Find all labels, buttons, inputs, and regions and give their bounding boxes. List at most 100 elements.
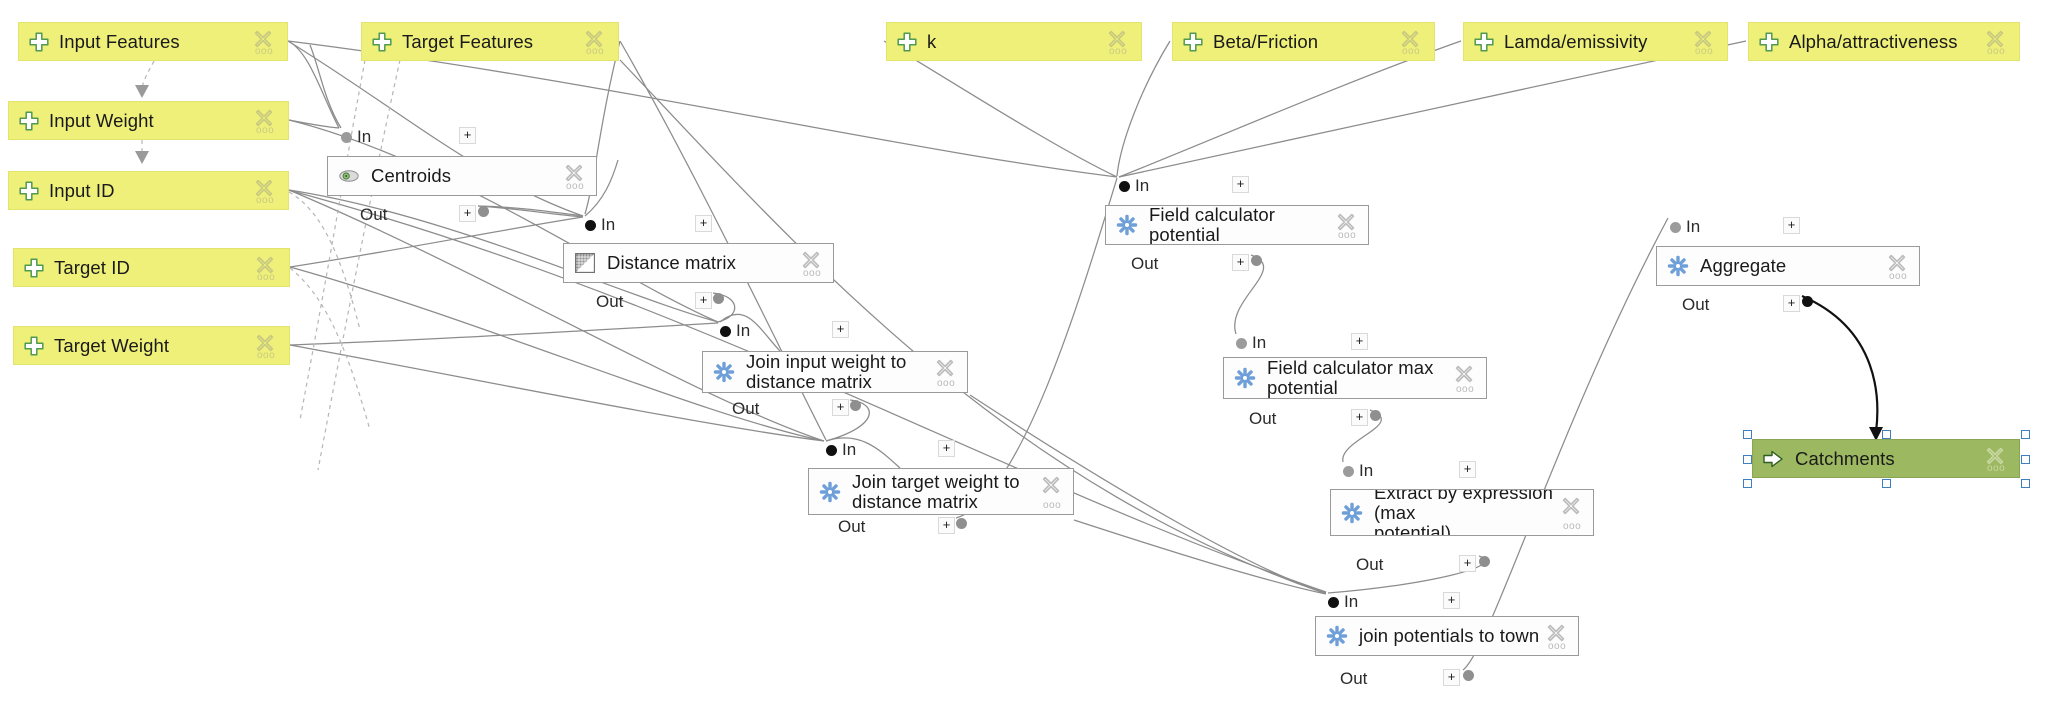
node-alpha-attractiveness[interactable]: Alpha/attractiveness ooo [1748,22,2020,61]
node-tools[interactable]: ooo [933,352,959,392]
node-menu-dots-icon[interactable]: ooo [257,351,275,361]
connector-knob-centroids-out[interactable] [478,206,489,217]
port-field-calc-max-out[interactable]: Out [1249,410,1276,427]
node-menu-dots-icon[interactable]: ooo [257,273,275,283]
port-dot-icon[interactable] [720,326,731,337]
node-extract-by-expression[interactable]: Extract by expression (max potential) ooo [1330,489,1594,536]
port-join-input-weight-out[interactable]: Out [732,400,759,417]
resize-handle[interactable] [1882,430,1891,439]
node-menu-dots-icon[interactable]: ooo [1695,47,1713,57]
node-tools[interactable]: ooo [253,327,279,364]
add-field-calc-max-in-button[interactable]: + [1351,333,1368,350]
node-aggregate[interactable]: Aggregate ooo [1656,246,1920,286]
node-menu-dots-icon[interactable]: ooo [1889,272,1907,282]
node-join-potentials-town[interactable]: join potentials to town ooo [1315,616,1579,656]
node-tools[interactable]: ooo [1544,617,1570,655]
node-tools[interactable]: ooo [1885,247,1911,285]
close-icon[interactable] [801,250,821,270]
node-tools[interactable]: ooo [1559,490,1585,535]
port-distance-matrix-in[interactable]: In [585,216,615,233]
port-dot-icon[interactable] [1328,597,1339,608]
add-join-target-weight-out-button[interactable]: + [938,517,955,534]
node-tools[interactable]: ooo [582,23,608,60]
port-dot-icon[interactable] [1670,222,1681,233]
node-menu-dots-icon[interactable]: ooo [566,182,584,192]
port-dot-icon[interactable] [341,132,352,143]
node-menu-dots-icon[interactable]: ooo [937,379,955,389]
node-menu-dots-icon[interactable]: ooo [1987,47,2005,57]
port-distance-matrix-out[interactable]: Out [596,293,623,310]
connector-knob-extract-by-expression-out[interactable] [1479,556,1490,567]
node-input-id[interactable]: Input ID ooo [8,171,289,210]
port-extract-by-expression-in[interactable]: In [1343,462,1373,479]
node-menu-dots-icon[interactable]: ooo [1043,501,1061,511]
port-dot-icon[interactable] [1119,181,1130,192]
node-tools[interactable]: ooo [252,102,278,139]
connector-knob-field-calc-max-out[interactable] [1370,410,1381,421]
node-input-features[interactable]: Input Features ooo [18,22,288,61]
node-tools[interactable]: ooo [251,23,277,60]
add-centroids-in-button[interactable]: + [459,127,476,144]
close-icon[interactable] [1041,475,1061,495]
add-centroids-out-button[interactable]: + [459,205,476,222]
add-join-input-weight-in-button[interactable]: + [832,321,849,338]
node-tools[interactable]: ooo [253,249,279,286]
port-dot-icon[interactable] [1236,338,1247,349]
node-menu-dots-icon[interactable]: ooo [255,47,273,57]
node-menu-dots-icon[interactable]: ooo [586,47,604,57]
port-dot-icon[interactable] [826,445,837,456]
node-field-calc-potential[interactable]: Field calculator potential ooo [1105,205,1369,245]
node-menu-dots-icon[interactable]: ooo [256,126,274,136]
node-menu-dots-icon[interactable]: ooo [1338,231,1356,241]
node-menu-dots-icon[interactable]: ooo [1563,522,1581,532]
connector-knob-field-calc-potential-out[interactable] [1251,255,1262,266]
node-menu-dots-icon[interactable]: ooo [256,196,274,206]
port-field-calc-potential-out[interactable]: Out [1131,255,1158,272]
add-field-calc-potential-in-button[interactable]: + [1232,176,1249,193]
model-designer-canvas[interactable]: Input Features ooo Input Weight ooo Input ID… [0,0,2066,702]
add-field-calc-max-out-button[interactable]: + [1351,409,1368,426]
connector-knob-distance-matrix-out[interactable] [713,293,724,304]
close-icon[interactable] [1887,253,1907,273]
close-icon[interactable] [935,358,955,378]
close-icon[interactable] [1546,623,1566,643]
port-join-target-weight-out[interactable]: Out [838,518,865,535]
port-dot-icon[interactable] [585,220,596,231]
node-menu-dots-icon[interactable]: ooo [1548,642,1566,652]
add-field-calc-potential-out-button[interactable]: + [1232,254,1249,271]
node-menu-dots-icon[interactable]: ooo [1456,385,1474,395]
add-aggregate-out-button[interactable]: + [1783,295,1800,312]
add-join-target-weight-in-button[interactable]: + [938,440,955,457]
add-distance-matrix-out-button[interactable]: + [695,292,712,309]
node-beta-friction[interactable]: Beta/Friction ooo [1172,22,1435,61]
node-distance-matrix[interactable]: Distance matrix ooo [563,243,834,283]
selection-handles[interactable] [1743,430,2030,488]
node-join-target-weight[interactable]: Join target weight to distance matrix ooo [808,468,1074,515]
node-menu-dots-icon[interactable]: ooo [1109,47,1127,57]
add-distance-matrix-in-button[interactable]: + [695,215,712,232]
node-target-id[interactable]: Target ID ooo [13,248,290,287]
node-tools[interactable]: ooo [1691,23,1717,60]
port-centroids-in[interactable]: In [341,128,371,145]
add-join-potentials-town-out-button[interactable]: + [1443,669,1460,686]
close-icon[interactable] [1454,364,1474,384]
add-extract-by-expression-in-button[interactable]: + [1459,461,1476,478]
node-tools[interactable]: ooo [799,244,825,282]
node-tools[interactable]: ooo [252,172,278,209]
connector-knob-aggregate-out[interactable] [1802,296,1813,307]
node-input-weight[interactable]: Input Weight ooo [8,101,289,140]
node-target-weight[interactable]: Target Weight ooo [13,326,290,365]
port-aggregate-in[interactable]: In [1670,218,1700,235]
port-join-target-weight-in[interactable]: In [826,441,856,458]
add-extract-by-expression-out-button[interactable]: + [1459,555,1476,572]
add-join-potentials-town-in-button[interactable]: + [1443,592,1460,609]
node-tools[interactable]: ooo [1334,206,1360,244]
port-dot-icon[interactable] [1343,466,1354,477]
node-tools[interactable]: ooo [1105,23,1131,60]
resize-handle[interactable] [2021,479,2030,488]
close-icon[interactable] [564,163,584,183]
node-tools[interactable]: ooo [1983,23,2009,60]
add-join-input-weight-out-button[interactable]: + [832,399,849,416]
node-lamda-emissivity[interactable]: Lamda/emissivity ooo [1463,22,1728,61]
port-extract-by-expression-out[interactable]: Out [1356,556,1383,573]
